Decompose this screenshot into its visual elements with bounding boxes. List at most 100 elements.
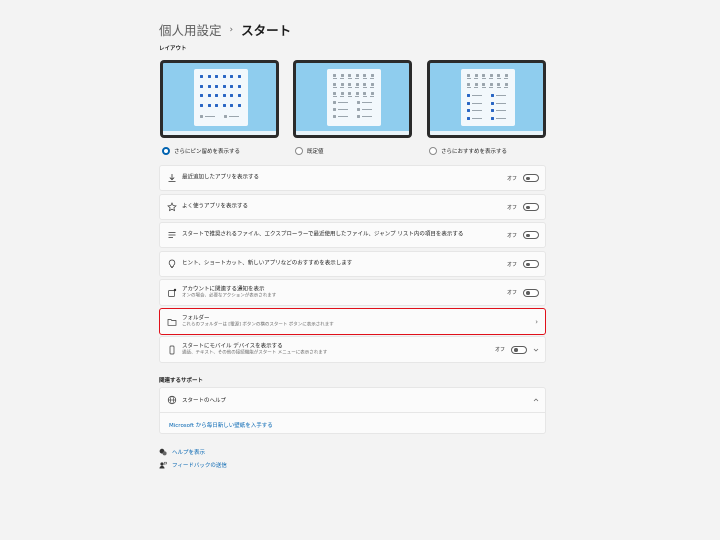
menu-tile [355, 92, 359, 95]
setting-folders[interactable]: フォルダー これらのフォルダーは [電源] ボタンの横のスタート ボタンに表示さ… [159, 308, 546, 335]
toggle-state: オフ [506, 261, 517, 268]
layout-radio-default[interactable]: 既定値 [295, 147, 324, 155]
menu-tile [200, 75, 203, 78]
menu-text-line [347, 78, 352, 80]
menu-tile [467, 74, 470, 77]
toggle-switch[interactable] [523, 231, 539, 239]
menu-tile [489, 83, 493, 86]
menu-tile [230, 75, 233, 78]
menu-tile [482, 83, 485, 86]
phone-icon [169, 345, 175, 354]
setting-subtitle: これらのフォルダーは [電源] ボタンの横のスタート ボタンに表示されます [182, 322, 334, 327]
menu-text-line [362, 116, 372, 118]
menu-tile [333, 92, 336, 95]
menu-text-line [472, 117, 482, 119]
menu-tile [230, 94, 233, 97]
menu-text-line [496, 95, 506, 97]
toggle-state: オフ [506, 290, 517, 296]
toggle-recommended-files[interactable]: オフ [507, 231, 539, 239]
menu-text-line [340, 96, 344, 98]
menu-text-line [355, 78, 359, 80]
menu-tile [237, 94, 241, 97]
menu-tile [230, 103, 233, 107]
get-help-link[interactable]: ヘルプを表示 [159, 448, 205, 456]
layout-radio-label: さらにおすすめを表示する [441, 149, 508, 155]
support-help-title: スタートのヘルプ [182, 398, 227, 404]
radio-unselected-icon[interactable] [429, 147, 437, 155]
toggle-tips-shortcuts[interactable]: オフ [507, 260, 539, 268]
wallpaper-link[interactable]: Microsoft から毎日新しい壁紙を入手する [169, 421, 273, 429]
setting-tips-shortcuts: ヒント、ショートカット、新しいアプリなどのおすすめを表示します オフ [159, 251, 546, 277]
menu-text-line [338, 109, 348, 111]
radio-unselected-icon[interactable] [295, 147, 303, 155]
toggle-switch[interactable] [511, 345, 527, 354]
layout-more-pins-preview[interactable] [160, 60, 279, 138]
layout-more-recommendations-preview[interactable] [427, 60, 546, 138]
menu-text-line [504, 78, 508, 80]
support-help-header[interactable]: スタートのヘルプ [160, 388, 545, 412]
toggle-most-used-apps[interactable]: オフ [507, 203, 539, 211]
menu-text-line [472, 95, 482, 97]
layout-radio-more-pins[interactable]: さらにピン留めを表示する [162, 147, 240, 155]
menu-text-line [496, 117, 506, 119]
menu-text-line [332, 96, 337, 98]
setting-subtitle: オンの場合、必要なアクションが表示されます [182, 293, 277, 298]
menu-tile [340, 74, 344, 77]
chevron-right-icon: › [535, 317, 538, 326]
menu-tile [215, 94, 218, 97]
toggle-recently-added-apps[interactable]: オフ [507, 174, 539, 182]
menu-text-line [362, 102, 372, 104]
menu-text-line [347, 87, 352, 89]
menu-tile [215, 103, 218, 107]
breadcrumb-parent[interactable]: 個人用設定 [159, 20, 222, 39]
toggle-mobile-device[interactable]: オフ [494, 345, 527, 354]
toggle-account-notifications[interactable]: オフ [506, 288, 539, 297]
page-title: スタート [241, 23, 292, 38]
menu-text-line [504, 87, 508, 89]
breadcrumb-separator: › [229, 24, 234, 35]
menu-tile [222, 103, 226, 107]
toggle-switch[interactable] [523, 260, 539, 268]
menu-text-line [347, 96, 352, 98]
menu-text-line [355, 87, 359, 89]
setting-recently-added-apps: 最近追加したアプリを表示する オフ [159, 165, 546, 191]
layout-default-preview[interactable] [293, 60, 412, 138]
menu-tile [215, 84, 218, 88]
layout-radio-more-recommendations[interactable]: さらにおすすめを表示する [429, 147, 507, 155]
toggle-switch[interactable] [523, 174, 539, 182]
radio-selected-icon[interactable] [162, 147, 170, 155]
toggle-switch[interactable] [523, 203, 539, 211]
layout-radio-group: さらにピン留めを表示する 既定値 さらにおすすめを表示する [162, 147, 548, 157]
toggle-state: オフ [494, 347, 505, 353]
feedback-link[interactable]: フィードバックの送信 [159, 461, 227, 469]
toggle-switch[interactable] [523, 288, 539, 297]
menu-tile [467, 116, 470, 120]
menu-tile [357, 115, 360, 118]
menu-text-line [332, 87, 337, 89]
menu-text-line [332, 78, 337, 80]
globe-icon [167, 395, 177, 405]
menu-tile [363, 92, 366, 95]
menu-tile [340, 92, 344, 95]
setting-title: ヒント、ショートカット、新しいアプリなどのおすすめを表示します [182, 260, 353, 267]
menu-text-line [362, 78, 367, 80]
breadcrumb: 個人用設定 › スタート [159, 20, 291, 39]
chevron-up-icon[interactable] [533, 397, 539, 403]
help-chat-icon [159, 448, 167, 456]
support-card: スタートのヘルプ Microsoft から毎日新しい壁紙を入手する [159, 387, 546, 434]
menu-tile [207, 94, 211, 97]
menu-text-line [496, 87, 501, 89]
menu-tile [357, 108, 360, 111]
menu-text-line [370, 78, 374, 80]
setting-title: アカウントに関連する通知を表示 [182, 286, 265, 292]
menu-tile [370, 92, 374, 95]
layout-section-label: レイアウト [159, 46, 187, 52]
menu-tile [215, 75, 218, 78]
menu-text-line [355, 96, 359, 98]
setting-most-used-apps: よく使うアプリを表示する オフ [159, 194, 546, 220]
menu-tile [237, 84, 241, 88]
chevron-down-icon[interactable] [533, 347, 539, 353]
menu-tile [474, 74, 478, 77]
setting-mobile-device: スタートにモバイル デバイスを表示する 通話、テキスト、その他の接続機能がスター… [159, 336, 546, 363]
layout-radio-label: さらにピン留めを表示する [174, 149, 241, 155]
